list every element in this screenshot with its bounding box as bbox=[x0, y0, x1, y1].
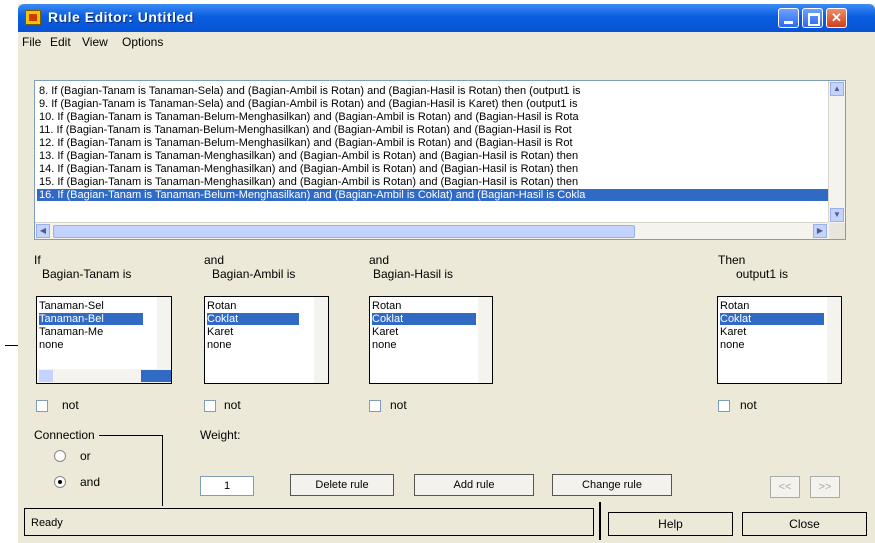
rule-item[interactable]: 11. If (Bagian-Tanam is Tanaman-Belum-Me… bbox=[39, 124, 829, 136]
radio-or-label: or bbox=[80, 449, 91, 463]
menu-view[interactable]: View bbox=[82, 35, 108, 49]
listbox-horizontal-scrollbar[interactable] bbox=[37, 369, 171, 383]
list-option[interactable]: Rotan bbox=[372, 300, 401, 312]
menu-file[interactable]: File bbox=[22, 35, 41, 49]
list-option[interactable]: none bbox=[372, 339, 396, 351]
listbox-scrollbar[interactable] bbox=[827, 297, 841, 383]
output1-label: output1 is bbox=[736, 267, 789, 281]
next-rule-button[interactable]: >> bbox=[810, 476, 840, 498]
add-rule-button[interactable]: Add rule bbox=[414, 474, 534, 496]
and-label: and bbox=[204, 253, 225, 267]
rule-item[interactable]: 8. If (Bagian-Tanam is Tanaman-Sela) and… bbox=[39, 85, 829, 97]
scroll-left-icon[interactable]: ◀ bbox=[36, 224, 50, 238]
close-window-button[interactable]: ✕ bbox=[826, 8, 847, 28]
bagian-hasil-label: Bagian-Hasil is bbox=[373, 267, 454, 281]
status-text: Ready bbox=[31, 517, 63, 529]
menu-edit[interactable]: Edit bbox=[50, 35, 71, 49]
list-option[interactable]: Rotan bbox=[207, 300, 236, 312]
connection-label: Connection bbox=[30, 428, 99, 442]
radio-and[interactable] bbox=[54, 476, 66, 488]
list-option[interactable]: Karet bbox=[207, 326, 233, 338]
delete-rule-button[interactable]: Delete rule bbox=[290, 474, 394, 496]
bagian-tanam-listbox[interactable]: Tanaman-Sel Tanaman-Bel Tanaman-Me none bbox=[36, 296, 172, 384]
rule-item[interactable]: 13. If (Bagian-Tanam is Tanaman-Menghasi… bbox=[39, 150, 829, 162]
list-option[interactable]: Tanaman-Me bbox=[39, 326, 103, 338]
and-label: and bbox=[369, 253, 390, 267]
bagian-hasil-listbox[interactable]: Rotan Coklat Karet none bbox=[369, 296, 493, 384]
menu-bar: File Edit View Options bbox=[18, 32, 875, 52]
list-option[interactable]: Rotan bbox=[720, 300, 749, 312]
list-option[interactable]: none bbox=[39, 339, 63, 351]
window-title: Rule Editor: Untitled bbox=[48, 9, 194, 25]
list-option[interactable]: Tanaman-Sel bbox=[39, 300, 104, 312]
rule-list-horizontal-scrollbar[interactable]: ◀ ▶ bbox=[35, 222, 829, 239]
not-checkbox-3[interactable] bbox=[369, 400, 381, 412]
not-checkbox-output[interactable] bbox=[718, 400, 730, 412]
weight-input[interactable]: 1 bbox=[200, 476, 254, 496]
not-label: not bbox=[390, 398, 407, 412]
bagian-ambil-listbox[interactable]: Rotan Coklat Karet none bbox=[204, 296, 329, 384]
weight-label: Weight: bbox=[200, 428, 241, 442]
not-checkbox-1[interactable] bbox=[36, 400, 48, 412]
list-option[interactable]: none bbox=[207, 339, 231, 351]
output1-listbox[interactable]: Rotan Coklat Karet none bbox=[717, 296, 842, 384]
scroll-right-icon[interactable]: ▶ bbox=[813, 224, 827, 238]
close-icon: ✕ bbox=[831, 10, 842, 25]
bagian-ambil-label: Bagian-Ambil is bbox=[212, 267, 296, 281]
radio-or[interactable] bbox=[54, 450, 66, 462]
list-option[interactable]: Karet bbox=[372, 326, 398, 338]
maximize-button[interactable] bbox=[802, 8, 823, 28]
minimize-button[interactable] bbox=[778, 8, 799, 28]
rule-list[interactable]: 8. If (Bagian-Tanam is Tanaman-Sela) and… bbox=[34, 80, 846, 240]
connection-group bbox=[34, 435, 163, 506]
rule-item[interactable]: 12. If (Bagian-Tanam is Tanaman-Belum-Me… bbox=[39, 137, 829, 149]
list-option-selected[interactable]: Tanaman-Bel bbox=[39, 313, 143, 325]
rule-item-selected[interactable]: 16. If (Bagian-Tanam is Tanaman-Belum-Me… bbox=[37, 189, 831, 201]
listbox-scrollbar[interactable] bbox=[478, 297, 492, 383]
separator bbox=[599, 502, 601, 540]
close-button[interactable]: Close bbox=[742, 512, 867, 536]
minimize-icon bbox=[779, 9, 798, 27]
bagian-tanam-label: Bagian-Tanam is bbox=[42, 267, 132, 281]
listbox-scrollbar[interactable] bbox=[314, 297, 328, 383]
menu-options[interactable]: Options bbox=[122, 35, 163, 49]
not-checkbox-2[interactable] bbox=[204, 400, 216, 412]
list-option[interactable]: none bbox=[720, 339, 744, 351]
not-label: not bbox=[740, 398, 757, 412]
list-option[interactable]: Karet bbox=[720, 326, 746, 338]
resize-grip-icon bbox=[829, 223, 845, 239]
list-option-selected[interactable]: Coklat bbox=[207, 313, 299, 325]
previous-rule-button[interactable]: << bbox=[770, 476, 800, 498]
scroll-left-icon[interactable] bbox=[39, 370, 53, 382]
rule-editor-window: Rule Editor: Untitled ✕ File Edit View O… bbox=[18, 4, 875, 543]
not-label: not bbox=[224, 398, 241, 412]
rule-item[interactable]: 9. If (Bagian-Tanam is Tanaman-Sela) and… bbox=[39, 98, 829, 110]
status-bar: Ready bbox=[24, 508, 594, 536]
radio-and-label: and bbox=[80, 475, 101, 489]
app-icon bbox=[25, 10, 41, 25]
rule-item[interactable]: 10. If (Bagian-Tanam is Tanaman-Belum-Me… bbox=[39, 111, 829, 123]
if-label: If bbox=[34, 253, 41, 267]
rule-item[interactable]: 14. If (Bagian-Tanam is Tanaman-Menghasi… bbox=[39, 163, 829, 175]
then-label: Then bbox=[718, 253, 746, 267]
change-rule-button[interactable]: Change rule bbox=[552, 474, 672, 496]
divider bbox=[5, 345, 18, 346]
scroll-up-icon[interactable]: ▲ bbox=[830, 82, 844, 96]
list-option-selected[interactable]: Coklat bbox=[372, 313, 476, 325]
help-button[interactable]: Help bbox=[608, 512, 733, 536]
rule-list-vertical-scrollbar[interactable]: ▲ ▼ bbox=[828, 81, 845, 223]
rule-item[interactable]: 15. If (Bagian-Tanam is Tanaman-Menghasi… bbox=[39, 176, 829, 188]
not-label: not bbox=[62, 398, 79, 412]
horizontal-scroll-thumb[interactable] bbox=[53, 225, 635, 238]
scroll-thumb[interactable] bbox=[141, 370, 171, 382]
list-option-selected[interactable]: Coklat bbox=[720, 313, 824, 325]
scroll-down-icon[interactable]: ▼ bbox=[830, 208, 844, 222]
maximize-icon bbox=[803, 9, 822, 27]
title-bar: Rule Editor: Untitled ✕ bbox=[18, 4, 875, 32]
